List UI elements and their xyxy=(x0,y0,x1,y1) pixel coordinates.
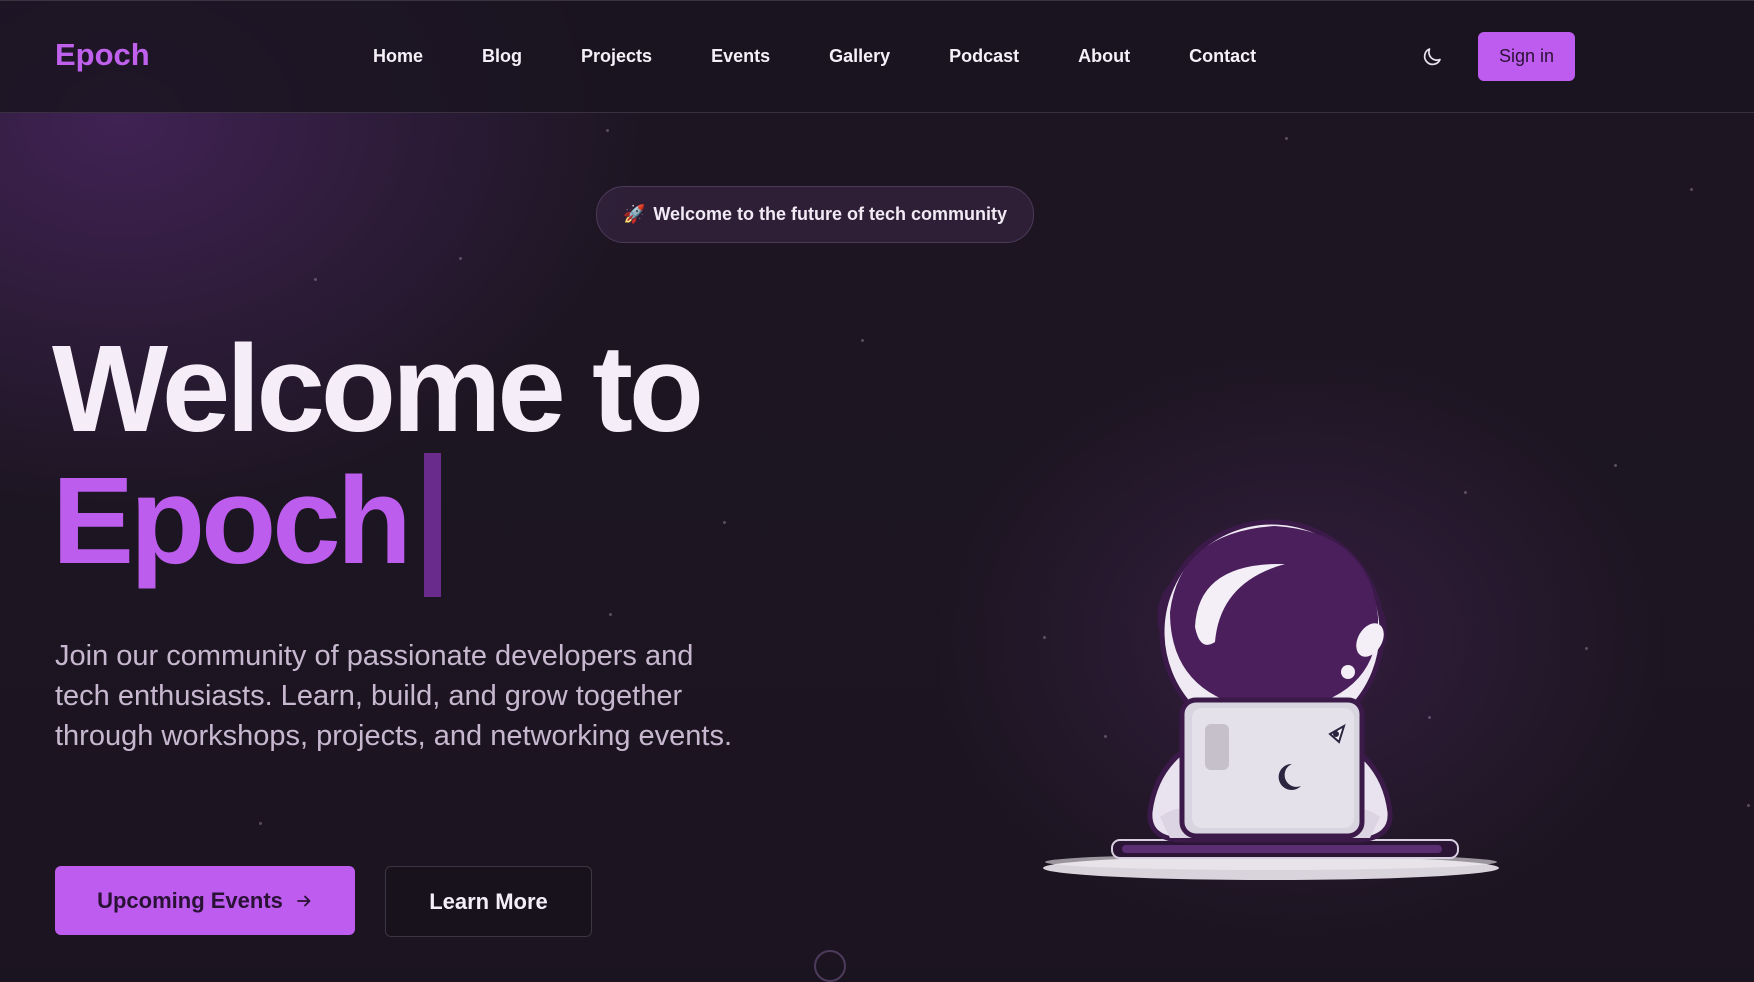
nav-link-podcast[interactable]: Podcast xyxy=(949,46,1019,68)
nav-link-contact[interactable]: Contact xyxy=(1189,46,1256,68)
hero-title-line-1: Welcome to xyxy=(52,321,704,458)
nav-link-blog[interactable]: Blog xyxy=(482,46,522,68)
nav-link-about[interactable]: About xyxy=(1078,46,1130,68)
upcoming-events-button[interactable]: Upcoming Events xyxy=(55,866,355,935)
nav-link-gallery[interactable]: Gallery xyxy=(829,46,890,68)
sign-in-button[interactable]: Sign in xyxy=(1478,32,1575,81)
typing-cursor xyxy=(424,453,441,597)
scroll-indicator[interactable] xyxy=(814,950,846,982)
welcome-badge-text: Welcome to the future of tech community xyxy=(653,204,1008,224)
moon-icon xyxy=(1423,48,1441,66)
learn-more-button[interactable]: Learn More xyxy=(385,866,592,937)
top-navbar: Epoch Home Blog Projects Events Gallery … xyxy=(0,0,1754,113)
hero-title-line-2: Epoch xyxy=(52,453,412,590)
rocket-icon: 🚀 xyxy=(622,204,646,224)
nav-links: Home Blog Projects Events Gallery Podcas… xyxy=(373,46,1315,68)
theme-toggle-button[interactable] xyxy=(1420,45,1444,69)
nav-link-events[interactable]: Events xyxy=(711,46,770,68)
astronaut-with-laptop-illustration xyxy=(1043,519,1499,880)
welcome-badge: 🚀 Welcome to the future of tech communit… xyxy=(596,186,1034,243)
nav-link-projects[interactable]: Projects xyxy=(581,46,652,68)
arrow-right-icon xyxy=(297,895,311,906)
hero-description: Join our community of passionate develop… xyxy=(55,640,733,752)
nav-link-home[interactable]: Home xyxy=(373,46,423,68)
brand-logo[interactable]: Epoch xyxy=(55,37,150,73)
upcoming-events-label: Upcoming Events xyxy=(97,887,283,913)
